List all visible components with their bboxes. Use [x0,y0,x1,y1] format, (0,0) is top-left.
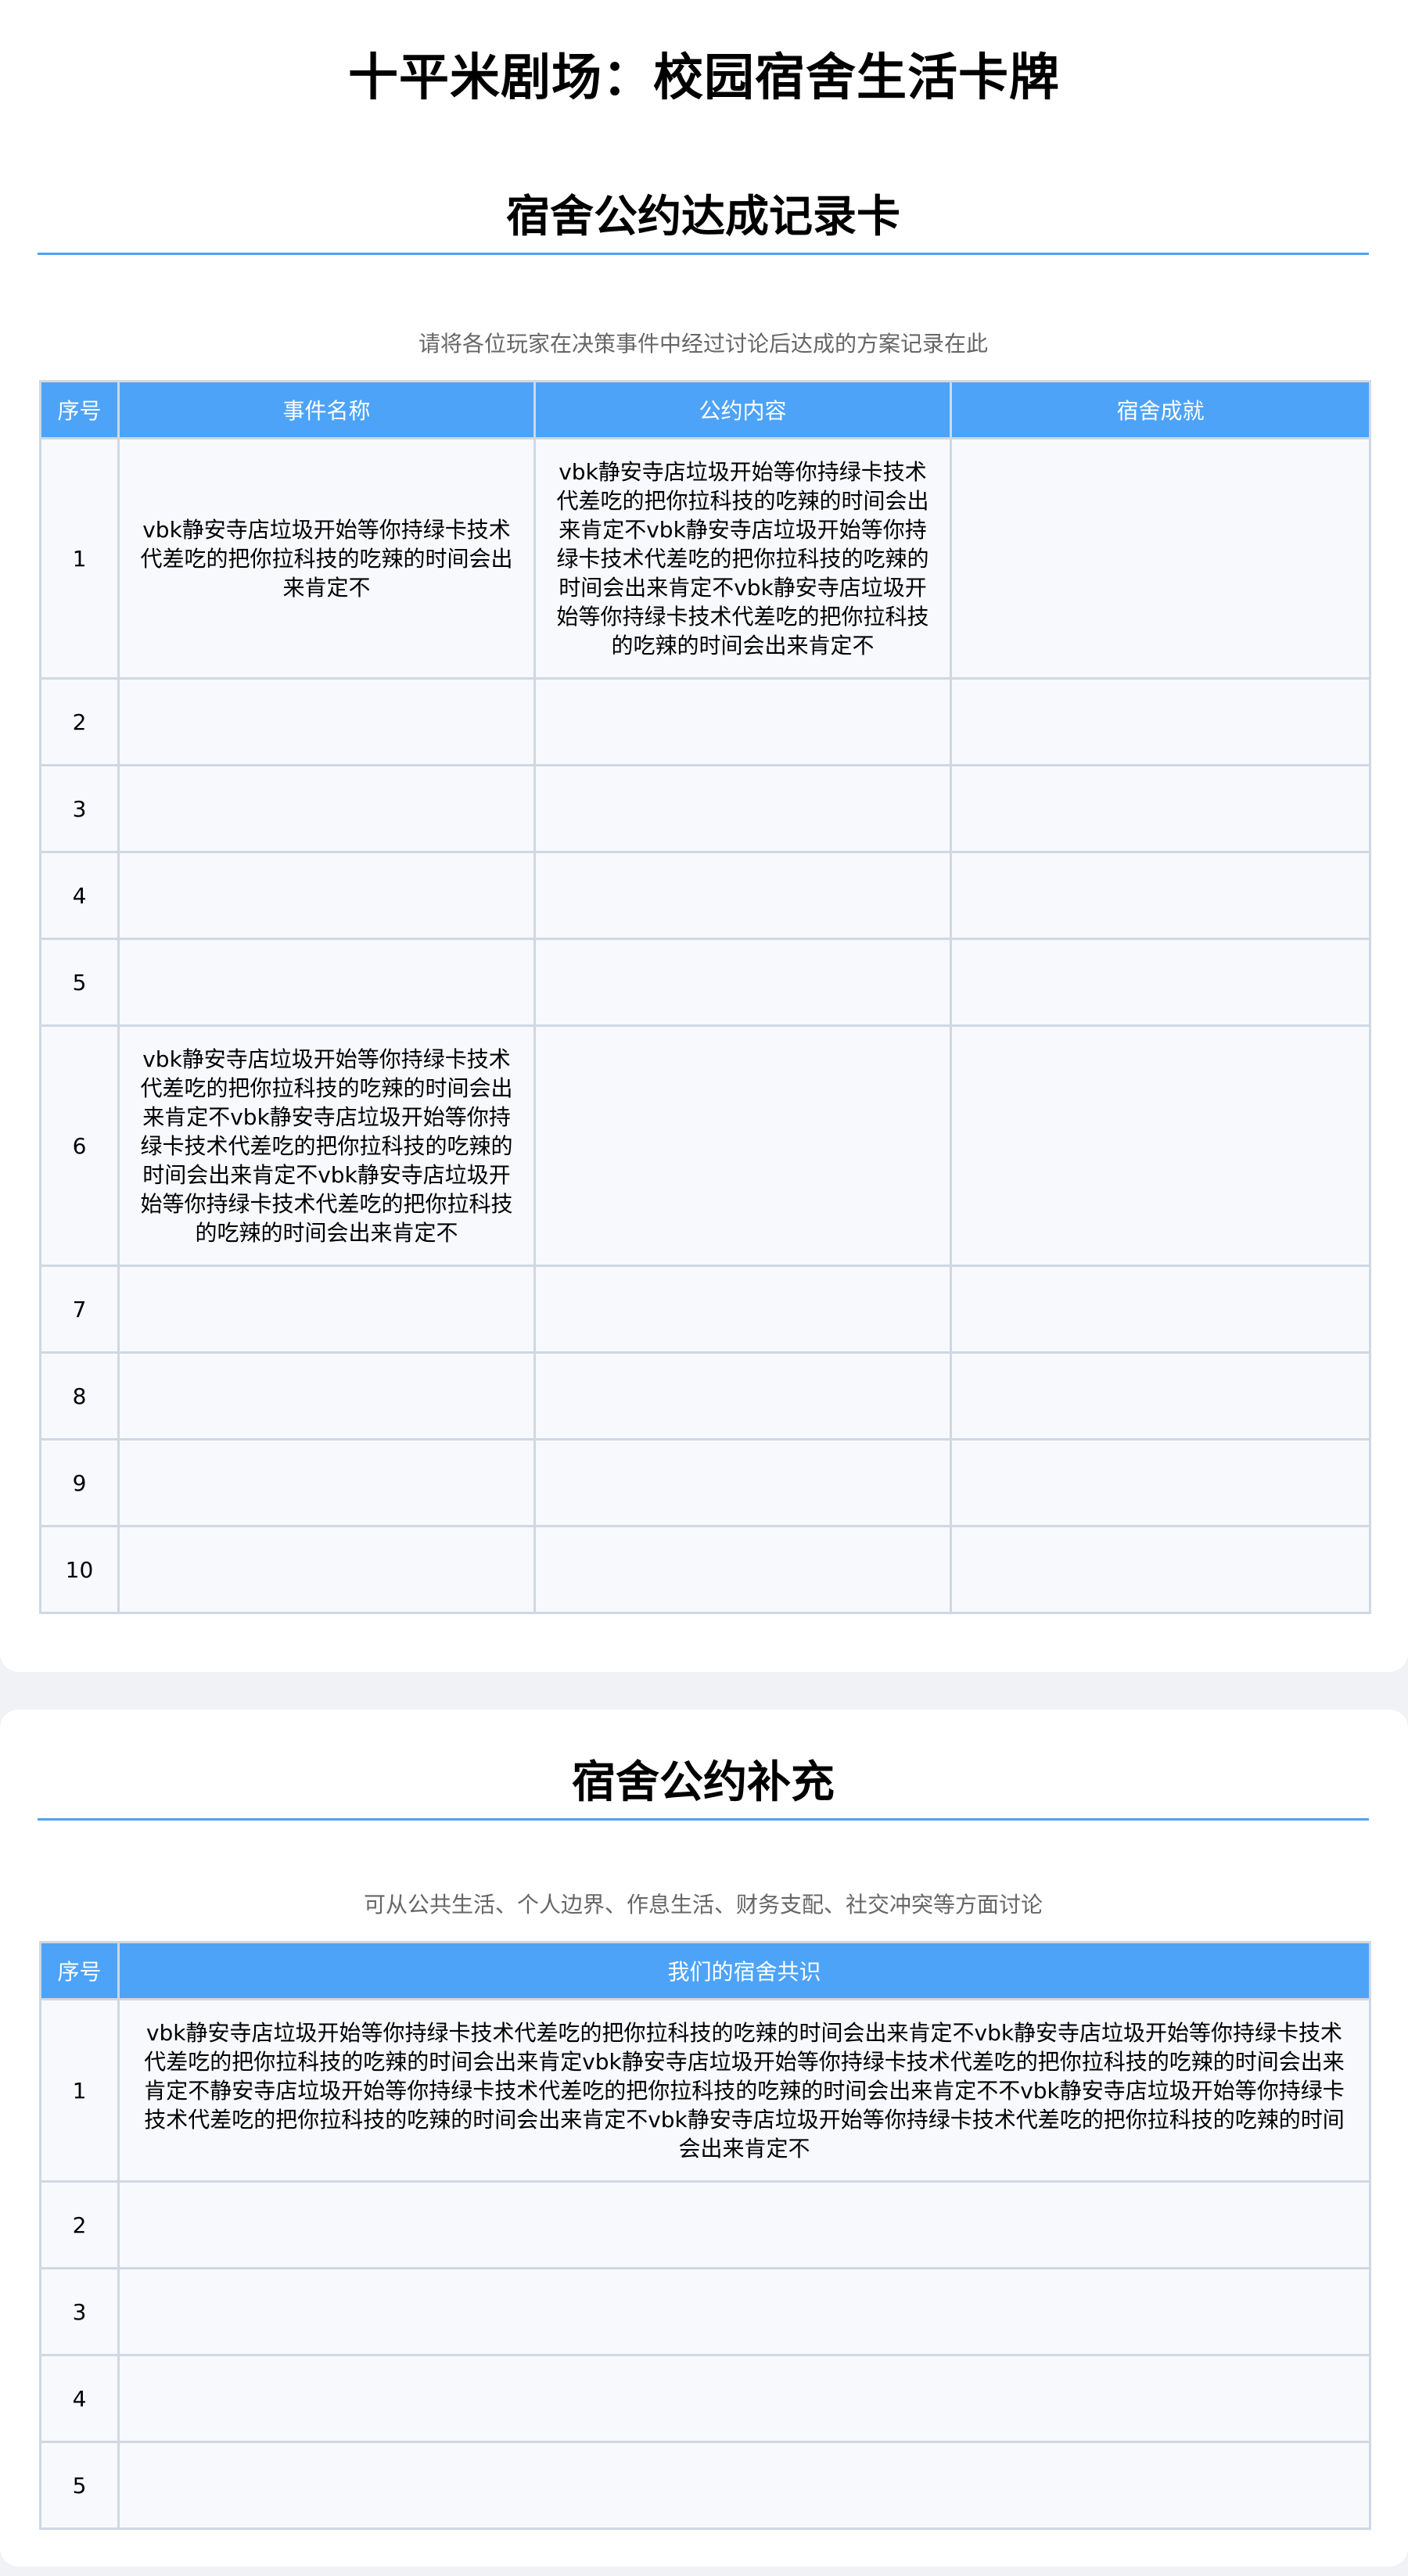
event-cell[interactable] [117,938,536,1027]
agreement-supplement-hint: 可从公共生活、个人边界、作息生活、财务支配、社交冲突等方面讨论 [363,1892,1043,1918]
content-cell[interactable] [533,851,952,940]
row-index: 2 [39,677,120,766]
content-cell[interactable] [533,1265,952,1354]
event-cell[interactable] [117,1525,536,1614]
achievement-cell[interactable] [950,764,1371,853]
achievement-cell[interactable] [950,677,1371,766]
event-cell[interactable] [117,764,536,853]
agreement-supplement-table: 序号 我们的宿舍共识 1 vbk静安寺店垃圾开始等你持绿卡技术代差吃的把你拉科技… [39,1941,1371,2530]
content-cell[interactable] [533,764,952,853]
table-row: 9 [39,1438,1371,1527]
achievement-cell[interactable] [950,1351,1371,1440]
row-index: 1 [39,1998,120,2183]
table-row: 6 vbk静安寺店垃圾开始等你持绿卡技术代差吃的把你拉科技的吃辣的时间会出来肯定… [39,1024,1371,1267]
content-cell[interactable] [533,1351,952,1440]
content-cell[interactable] [533,1438,952,1527]
table-row: 4 [39,2354,1371,2443]
page-title: 十平米剧场：校园宿舍生活卡牌 [348,49,1060,107]
content-cell[interactable] [533,1525,952,1614]
event-cell[interactable] [117,677,536,766]
row-index: 2 [39,2180,120,2269]
table-row: 4 [39,851,1371,940]
table-row: 5 [39,2441,1371,2530]
table-row: 10 [39,1525,1371,1614]
event-cell[interactable] [117,1265,536,1354]
column-header-index: 序号 [39,380,120,439]
column-header-consensus: 我们的宿舍共识 [117,1941,1371,2000]
consensus-cell[interactable] [117,2354,1371,2443]
content-cell[interactable] [533,677,952,766]
consensus-cell[interactable] [117,2267,1371,2356]
column-header-content: 公约内容 [533,380,952,439]
row-index: 3 [39,2267,120,2356]
row-index: 5 [39,938,120,1027]
achievement-cell[interactable] [950,437,1371,680]
table-row: 5 [39,938,1371,1027]
event-cell[interactable] [117,851,536,940]
content-cell[interactable]: vbk静安寺店垃圾开始等你持绿卡技术代差吃的把你拉科技的吃辣的时间会出来肯定不v… [533,437,952,680]
row-index: 4 [39,851,120,940]
consensus-cell[interactable] [117,2441,1371,2530]
achievement-cell[interactable] [950,1265,1371,1354]
row-index: 8 [39,1351,120,1440]
table-row: 3 [39,764,1371,853]
table-row: 2 [39,2180,1371,2269]
table-row: 8 [39,1351,1371,1440]
achievement-cell[interactable] [950,938,1371,1027]
table-header-row: 序号 我们的宿舍共识 [39,1941,1371,2000]
agreement-record-table: 序号 事件名称 公约内容 宿舍成就 1 vbk静安寺店垃圾开始等你持绿卡技术代差… [39,380,1371,1614]
table-row: 1 vbk静安寺店垃圾开始等你持绿卡技术代差吃的把你拉科技的吃辣的时间会出来肯定… [39,437,1371,680]
achievement-cell[interactable] [950,851,1371,940]
consensus-cell[interactable] [117,2180,1371,2269]
row-index: 3 [39,764,120,853]
table-row: 2 [39,677,1371,766]
table-row: 3 [39,2267,1371,2356]
column-header-index: 序号 [39,1941,120,2000]
row-index: 10 [39,1525,120,1614]
event-cell[interactable]: vbk静安寺店垃圾开始等你持绿卡技术代差吃的把你拉科技的吃辣的时间会出来肯定不v… [117,1024,536,1267]
column-header-achievement: 宿舍成就 [950,380,1371,439]
agreement-record-card: 宿舍公约达成记录卡 请将各位玩家在决策事件中经过讨论后达成的方案记录在此 序号 … [0,0,1408,1672]
row-index: 6 [39,1024,120,1267]
agreement-record-hint: 请将各位玩家在决策事件中经过讨论后达成的方案记录在此 [418,331,988,357]
agreement-supplement-card: 宿舍公约补充 可从公共生活、个人边界、作息生活、财务支配、社交冲突等方面讨论 序… [0,1710,1408,2567]
agreement-supplement-heading: 宿舍公约补充 [38,1752,1369,1821]
event-cell[interactable] [117,1438,536,1527]
event-cell[interactable]: vbk静安寺店垃圾开始等你持绿卡技术代差吃的把你拉科技的吃辣的时间会出来肯定不 [117,437,536,680]
content-cell[interactable] [533,1024,952,1267]
row-index: 5 [39,2441,120,2530]
achievement-cell[interactable] [950,1525,1371,1614]
table-header-row: 序号 事件名称 公约内容 宿舍成就 [39,380,1371,439]
event-cell[interactable] [117,1351,536,1440]
achievement-cell[interactable] [950,1438,1371,1527]
consensus-cell[interactable]: vbk静安寺店垃圾开始等你持绿卡技术代差吃的把你拉科技的吃辣的时间会出来肯定不v… [117,1998,1371,2183]
table-row: 7 [39,1265,1371,1354]
table-row: 1 vbk静安寺店垃圾开始等你持绿卡技术代差吃的把你拉科技的吃辣的时间会出来肯定… [39,1998,1371,2183]
row-index: 9 [39,1438,120,1527]
achievement-cell[interactable] [950,1024,1371,1267]
row-index: 1 [39,437,120,680]
row-index: 4 [39,2354,120,2443]
column-header-event: 事件名称 [117,380,536,439]
agreement-record-heading: 宿舍公约达成记录卡 [38,186,1369,255]
row-index: 7 [39,1265,120,1354]
content-cell[interactable] [533,938,952,1027]
